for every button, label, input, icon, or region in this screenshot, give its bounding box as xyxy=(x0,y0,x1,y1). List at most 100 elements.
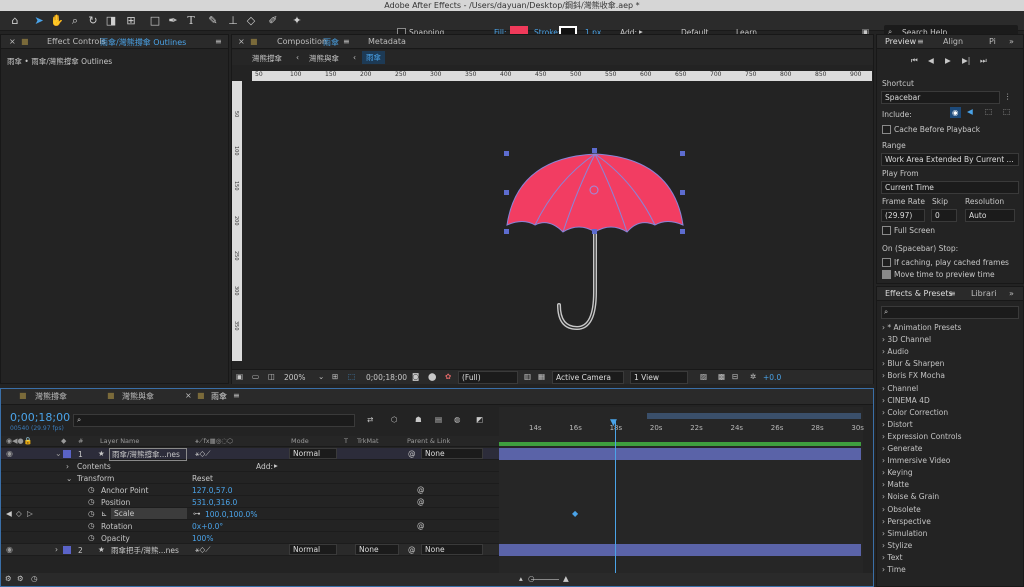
always-preview-icon[interactable]: ▣ xyxy=(236,372,243,381)
panel-menu-icon[interactable]: ≡ xyxy=(343,37,350,46)
reset-exposure-icon[interactable]: ✲ xyxy=(750,372,756,381)
camera-dropdown[interactable]: Active Camera xyxy=(552,371,624,384)
render-icon[interactable]: ▩ xyxy=(718,372,725,381)
blend-mode-dropdown[interactable]: Normal xyxy=(289,544,337,555)
mask-visibility-icon[interactable]: ◫ xyxy=(268,372,275,381)
property-value[interactable]: 0x+0.0° xyxy=(192,522,223,531)
comp-mini-flowchart-icon[interactable]: ⇄ xyxy=(367,415,373,424)
composition-tab-label[interactable]: Composition xyxy=(277,37,327,46)
effects-category-item[interactable]: › Immersive Video xyxy=(882,456,950,465)
overlay-icon[interactable]: ⬚ xyxy=(985,107,992,116)
effects-category-item[interactable]: › CINEMA 4D xyxy=(882,396,930,405)
keyframe-icon[interactable]: ◆ xyxy=(572,509,578,518)
video-icon[interactable]: ◉ xyxy=(950,107,961,118)
zoom-tool-icon[interactable]: ⌕ xyxy=(68,14,82,28)
property-row[interactable]: ◷ Rotation 0x+0.0° @ xyxy=(1,520,499,532)
frame-blending-icon[interactable]: ▤ xyxy=(435,415,442,424)
flowchart-icon[interactable]: ⊟ xyxy=(732,372,738,381)
orbit-tool-icon[interactable]: ↻ xyxy=(86,14,100,28)
contents-row[interactable]: › Contents Add: ▸ xyxy=(1,460,499,472)
effects-category-item[interactable]: › Matte xyxy=(882,480,909,489)
pickwhip-icon[interactable]: @ xyxy=(417,521,425,530)
timeline-search-input[interactable] xyxy=(73,414,355,427)
toggle-pixel-aspect-icon[interactable]: ▨ xyxy=(700,372,707,381)
layer-name[interactable]: 雨傘把手/灣熊...nes xyxy=(111,545,187,556)
layer-switches[interactable]: ⚹◇⟋ xyxy=(195,545,211,555)
timeline-tab[interactable]: 灣熊與傘 xyxy=(122,391,154,402)
region-of-interest-icon[interactable]: ⬚ xyxy=(348,372,355,381)
umbrella-artwork[interactable] xyxy=(487,140,687,340)
property-value[interactable]: 127.0,57.0 xyxy=(192,486,233,495)
chevron-down-icon[interactable]: ⌄ xyxy=(66,474,72,483)
layer-controls-icon[interactable]: ⬚ xyxy=(1003,107,1010,116)
effects-category-item[interactable]: › Distort xyxy=(882,420,913,429)
trkmat-dropdown[interactable]: None xyxy=(355,544,399,555)
fast-preview-icon[interactable]: ▥ xyxy=(524,372,531,381)
layer-1-duration-bar[interactable] xyxy=(499,448,861,460)
effects-category-item[interactable]: › 3D Channel xyxy=(882,335,931,344)
zoom-dropdown[interactable]: 200% xyxy=(284,373,305,382)
move-time-checkbox[interactable] xyxy=(882,270,891,279)
stopwatch-icon[interactable]: ◷ xyxy=(88,497,95,506)
add-keyframe-icon[interactable]: ◇ xyxy=(16,509,22,518)
reset-link[interactable]: Reset xyxy=(192,474,213,483)
effects-category-item[interactable]: › Audio xyxy=(882,347,909,356)
effects-category-item[interactable]: › Boris FX Mocha xyxy=(882,371,945,380)
home-icon[interactable]: ⌂ xyxy=(8,14,22,28)
frame-rate-dropdown[interactable]: (29.97) xyxy=(881,209,925,222)
panel-menu-icon[interactable]: ≡ xyxy=(215,37,222,46)
layer-switches[interactable]: ⚹◇⟋ xyxy=(195,449,211,459)
grid-icon[interactable]: ⊞ xyxy=(332,372,338,381)
eye-icon[interactable]: ◉ xyxy=(6,545,13,554)
property-row-selected[interactable]: ◀ ◇ ▷ ◷ ⊾ Scale ⊶ 100.0,100.0% xyxy=(1,508,499,520)
full-screen-checkbox[interactable] xyxy=(882,226,891,235)
transparency-grid-icon[interactable]: ▦ xyxy=(538,372,545,381)
close-icon[interactable]: × xyxy=(185,391,192,400)
effects-category-item[interactable]: › Obsolete xyxy=(882,505,921,514)
eraser-tool-icon[interactable]: ◇ xyxy=(244,14,258,28)
effects-category-item[interactable]: › Stylize xyxy=(882,541,912,550)
play-icon[interactable]: ▶ xyxy=(945,56,951,65)
show-snapshot-icon[interactable]: ⬤ xyxy=(428,372,436,381)
camera-tool-icon[interactable]: ◨ xyxy=(104,14,118,28)
resolution-dropdown[interactable]: (Full) xyxy=(458,371,518,384)
transfer-controls-icon[interactable]: ⚙ xyxy=(17,574,24,583)
timeline-tab[interactable]: 灣熊撐傘 xyxy=(35,391,67,402)
panel-menu-icon[interactable]: ≡ xyxy=(233,391,240,400)
effects-category-item[interactable]: › Time xyxy=(882,565,906,574)
zoom-in-icon[interactable]: ▲ xyxy=(563,574,569,583)
effects-search-input[interactable] xyxy=(881,306,1019,319)
layer-row[interactable]: ◉ ⌄ 1 ★ 雨傘/灣熊撐傘...nes ⚹◇⟋ Normal @ None xyxy=(1,448,499,461)
close-icon[interactable]: × xyxy=(9,37,16,46)
layer-2-duration-bar[interactable] xyxy=(499,544,861,556)
rectangle-tool-icon[interactable]: □ xyxy=(148,14,162,28)
effects-category-item[interactable]: › Channel xyxy=(882,384,918,393)
chevron-right-icon[interactable]: › xyxy=(55,545,58,554)
effects-category-item[interactable]: › * Animation Presets xyxy=(882,323,961,332)
parent-dropdown[interactable]: None xyxy=(421,448,483,459)
last-frame-icon[interactable]: ⏭ xyxy=(980,56,987,66)
effect-controls-tab-label[interactable]: Effect Controls xyxy=(47,37,106,46)
next-frame-icon[interactable]: ▶︎| xyxy=(962,56,970,65)
next-keyframe-icon[interactable]: ▷ xyxy=(27,509,33,518)
add-icon[interactable]: ▸ xyxy=(274,461,278,470)
effects-category-item[interactable]: › Color Correction xyxy=(882,408,948,417)
brush-tool-icon[interactable]: ✎ xyxy=(206,14,220,28)
layer-label-color[interactable] xyxy=(63,450,71,458)
more-icon[interactable]: » xyxy=(1009,37,1014,46)
effect-controls-tab-layer[interactable]: 雨傘/灣熊撐傘 Outlines xyxy=(100,37,186,48)
stopwatch-icon[interactable]: ◷ xyxy=(88,509,95,518)
align-tab[interactable]: Align xyxy=(943,37,963,46)
breadcrumb-item[interactable]: 灣熊與傘 xyxy=(309,53,339,64)
stopwatch-icon[interactable]: ◷ xyxy=(88,485,95,494)
timeline-tab-active[interactable]: 雨傘 xyxy=(211,391,227,402)
stopwatch-icon[interactable]: ◷ xyxy=(88,521,95,530)
effects-category-item[interactable]: › Expression Controls xyxy=(882,432,962,441)
pen-tool-icon[interactable]: ✒ xyxy=(166,14,180,28)
effects-category-item[interactable]: › Noise & Grain xyxy=(882,492,939,501)
render-time-icon[interactable]: ◷ xyxy=(31,574,38,583)
zoom-out-icon[interactable]: ▴ xyxy=(519,574,523,583)
paragraph-tab[interactable]: Pi xyxy=(989,37,996,46)
pickwhip-icon[interactable]: @ xyxy=(417,485,425,494)
effects-category-item[interactable]: › Perspective xyxy=(882,517,931,526)
